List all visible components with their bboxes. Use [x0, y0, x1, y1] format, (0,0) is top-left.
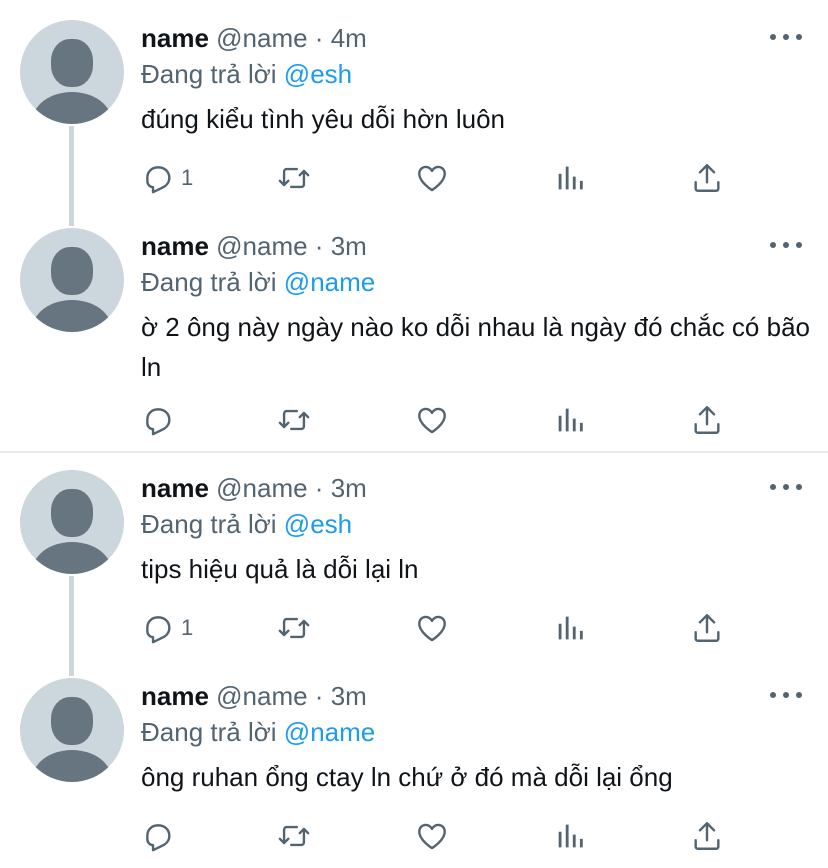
action-bar: 1 — [0, 608, 828, 648]
share-button[interactable] — [690, 816, 724, 856]
action-bar — [0, 400, 828, 440]
tweet-text: ông ruhan ổng ctay ln chứ ở đó mà dỗi lạ… — [141, 762, 673, 792]
mention-link[interactable]: @esh — [284, 59, 352, 89]
views-button[interactable] — [553, 816, 587, 856]
tweet-header: name @name · 3m — [141, 472, 367, 504]
views-button[interactable] — [553, 400, 587, 440]
replying-to: Đang trả lời @name — [141, 716, 375, 748]
mention-link[interactable]: @name — [284, 267, 375, 297]
retweet-icon — [278, 617, 310, 639]
share-button[interactable] — [690, 400, 724, 440]
mention-link[interactable]: @esh — [284, 509, 352, 539]
share-button[interactable] — [690, 608, 724, 648]
analytics-icon — [558, 408, 583, 432]
like-button[interactable] — [415, 400, 449, 440]
reply-button[interactable] — [141, 816, 181, 856]
handle-time: @name · 4m — [216, 23, 367, 53]
retweet-button[interactable] — [277, 608, 311, 648]
share-icon — [694, 822, 720, 850]
like-button[interactable] — [415, 158, 449, 198]
share-icon — [694, 164, 720, 192]
analytics-icon — [558, 824, 583, 848]
reply-icon — [146, 408, 171, 436]
retweet-icon — [278, 167, 310, 189]
replying-to: Đang trả lời @esh — [141, 508, 352, 540]
mention-link[interactable]: @name — [284, 717, 375, 747]
replying-to-label: Đang trả lời — [141, 59, 277, 89]
action-bar — [0, 816, 828, 856]
reply-count: 1 — [181, 615, 194, 640]
share-icon — [694, 406, 720, 434]
reply-icon — [146, 824, 171, 852]
replying-to-label: Đang trả lời — [141, 267, 277, 297]
retweet-icon — [278, 825, 310, 847]
heart-icon — [418, 407, 446, 434]
avatar[interactable] — [20, 470, 124, 574]
like-button[interactable] — [415, 816, 449, 856]
reply-button[interactable]: 1 — [141, 158, 193, 198]
analytics-icon — [558, 616, 583, 640]
retweet-icon — [278, 409, 310, 431]
more-icon[interactable] — [770, 684, 802, 704]
display-name[interactable]: name — [141, 231, 209, 261]
more-icon[interactable] — [770, 26, 802, 46]
tweet-text: ờ 2 ông này ngày nào ko dỗi nhau là ngày… — [141, 312, 810, 382]
handle-time: @name · 3m — [216, 231, 367, 261]
replying-to: Đang trả lời @name — [141, 266, 375, 298]
tweet-text: tips hiệu quả là dỗi lại ln — [141, 554, 419, 584]
retweet-button[interactable] — [277, 400, 311, 440]
views-button[interactable] — [553, 158, 587, 198]
avatar[interactable] — [20, 228, 124, 332]
reply-count: 1 — [181, 165, 194, 190]
views-button[interactable] — [553, 608, 587, 648]
tweet-text: đúng kiểu tình yêu dỗi hờn luôn — [141, 104, 505, 134]
display-name[interactable]: name — [141, 681, 209, 711]
tweet-header: name @name · 4m — [141, 22, 367, 54]
retweet-button[interactable] — [277, 816, 311, 856]
display-name[interactable]: name — [141, 473, 209, 503]
avatar[interactable] — [20, 20, 124, 124]
divider — [0, 451, 828, 453]
replying-to-label: Đang trả lời — [141, 509, 277, 539]
heart-icon — [418, 165, 446, 192]
display-name[interactable]: name — [141, 23, 209, 53]
reply-icon — [146, 616, 171, 644]
avatar[interactable] — [20, 678, 124, 782]
replying-to-label: Đang trả lời — [141, 717, 277, 747]
retweet-button[interactable] — [277, 158, 311, 198]
replying-to: Đang trả lời @esh — [141, 58, 352, 90]
reply-icon — [146, 166, 171, 194]
reply-button[interactable]: 1 — [141, 608, 193, 648]
reply-button[interactable] — [141, 400, 181, 440]
more-icon[interactable] — [770, 476, 802, 496]
handle-time: @name · 3m — [216, 473, 367, 503]
handle-time: @name · 3m — [216, 681, 367, 711]
tweet-header: name @name · 3m — [141, 680, 367, 712]
analytics-icon — [558, 166, 583, 190]
heart-icon — [418, 615, 446, 642]
heart-icon — [418, 823, 446, 850]
tweet-header: name @name · 3m — [141, 230, 367, 262]
share-button[interactable] — [690, 158, 724, 198]
share-icon — [694, 614, 720, 642]
like-button[interactable] — [415, 608, 449, 648]
action-bar: 1 — [0, 158, 828, 198]
more-icon[interactable] — [770, 234, 802, 254]
